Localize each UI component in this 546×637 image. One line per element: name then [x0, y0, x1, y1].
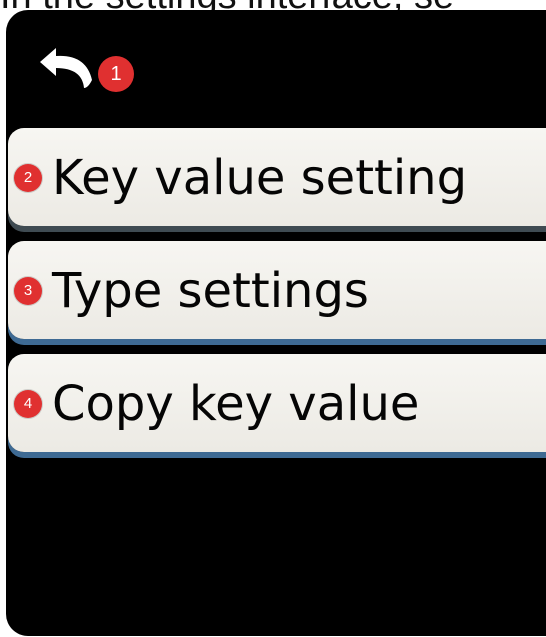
callout-badge-3: 3: [14, 277, 42, 305]
menu-item-label: Type settings: [52, 263, 369, 319]
menu-item-label: Copy key value: [52, 376, 420, 432]
menu-item-key-value-setting[interactable]: 2 Key value setting: [8, 128, 546, 226]
callout-badge-1: 1: [98, 56, 134, 92]
menu-item-type-settings[interactable]: 3 Type settings: [8, 241, 546, 339]
back-arrow-icon: [40, 48, 92, 88]
callout-badge-2: 2: [14, 164, 42, 192]
callout-badge-4: 4: [14, 390, 42, 418]
menu-item-copy-key-value[interactable]: 4 Copy key value: [8, 354, 546, 452]
device-screen: 1 2 Key value setting 3 Type settings 4 …: [6, 10, 546, 636]
menu-item-label: Key value setting: [52, 150, 468, 206]
back-button[interactable]: [34, 44, 104, 94]
